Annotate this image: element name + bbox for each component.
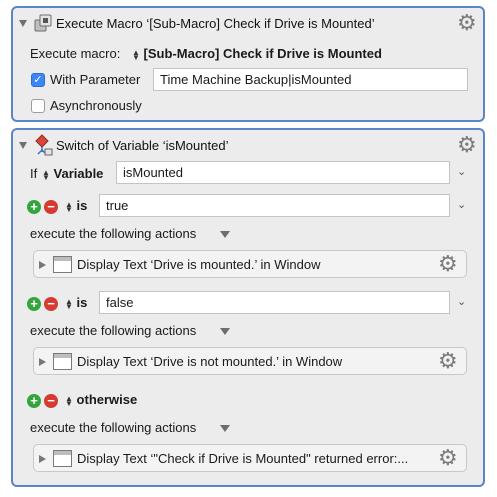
asynchronously-label: Asynchronously (50, 98, 142, 113)
case-operator: otherwise (76, 392, 138, 407)
action-title: Display Text ‘Drive is mounted.’ in Wind… (77, 257, 321, 272)
case-value-field[interactable]: false (99, 291, 450, 314)
execute-following-label: execute the following actions (30, 226, 197, 241)
execute-following-label: execute the following actions (30, 323, 197, 338)
with-parameter-checkbox[interactable]: ✓ (31, 73, 45, 87)
case-operator: is (76, 198, 88, 213)
collapse-disclosure-icon[interactable] (19, 142, 27, 149)
popup-arrows-icon: ▲ ▼ (65, 199, 73, 214)
display-window-icon (53, 353, 72, 370)
case-operator: is (76, 295, 88, 310)
popup-arrows-icon: ▲ ▼ (65, 296, 73, 311)
display-text-action[interactable]: Display Text ‘Drive is not mounted.’ in … (33, 347, 467, 375)
action-title: Execute Macro ‘[Sub-Macro] Check if Driv… (56, 16, 375, 31)
collapse-disclosure-icon[interactable] (19, 20, 27, 27)
parameter-field[interactable]: Time Machine Backup|isMounted (153, 68, 468, 91)
case-value-field[interactable]: true (99, 194, 450, 217)
variable-field[interactable]: isMounted (116, 161, 450, 184)
actions-menu-icon[interactable] (220, 425, 230, 432)
case-operator-selector[interactable]: ▲ ▼ is (65, 295, 87, 310)
action-title: Display Text ‘"Check if Drive is Mounted… (77, 451, 409, 466)
macro-name: [Sub-Macro] Check if Drive is Mounted (143, 46, 382, 61)
gear-icon[interactable]: ⚙ (457, 12, 477, 34)
display-window-icon (53, 450, 72, 467)
execute-macro-action[interactable]: Execute Macro ‘[Sub-Macro] Check if Driv… (11, 6, 485, 122)
popup-arrows-icon: ▲ ▼ (132, 47, 140, 62)
expand-disclosure-icon[interactable] (39, 358, 46, 366)
case-operator-selector[interactable]: ▲ ▼ is (65, 198, 87, 213)
if-label: If (30, 166, 38, 181)
macro-selector[interactable]: ▲ ▼ [Sub-Macro] Check if Drive is Mounted (132, 46, 382, 61)
asynchronously-checkbox[interactable] (31, 99, 45, 113)
popup-arrows-icon: ▲ ▼ (65, 393, 73, 408)
case-operator-selector[interactable]: ▲ ▼ otherwise (65, 392, 137, 407)
remove-case-button[interactable]: − (44, 394, 58, 408)
with-parameter-label: With Parameter (50, 72, 141, 87)
chevron-down-icon[interactable]: ⌄ (457, 295, 466, 308)
source-label: Variable (53, 166, 104, 181)
action-title: Switch of Variable ‘isMounted’ (56, 138, 229, 153)
popup-arrows-icon: ▲ ▼ (42, 167, 50, 182)
switch-action[interactable]: Switch of Variable ‘isMounted’ ⚙ If ▲ ▼ V… (11, 128, 485, 487)
gear-icon[interactable]: ⚙ (438, 447, 458, 469)
execute-macro-icon (34, 13, 54, 33)
add-case-button[interactable]: + (27, 394, 41, 408)
gear-icon[interactable]: ⚙ (438, 253, 458, 275)
add-case-button[interactable]: + (27, 297, 41, 311)
gear-icon[interactable]: ⚙ (438, 350, 458, 372)
display-text-action[interactable]: Display Text ‘"Check if Drive is Mounted… (33, 444, 467, 472)
remove-case-button[interactable]: − (44, 297, 58, 311)
add-case-button[interactable]: + (27, 200, 41, 214)
chevron-down-icon[interactable]: ⌄ (457, 165, 466, 178)
source-selector[interactable]: ▲ ▼ Variable (42, 166, 103, 181)
gear-icon[interactable]: ⚙ (457, 134, 477, 156)
expand-disclosure-icon[interactable] (39, 455, 46, 463)
switch-icon (34, 134, 54, 156)
execute-following-label: execute the following actions (30, 420, 197, 435)
action-title: Display Text ‘Drive is not mounted.’ in … (77, 354, 343, 369)
remove-case-button[interactable]: − (44, 200, 58, 214)
expand-disclosure-icon[interactable] (39, 261, 46, 269)
display-window-icon (53, 256, 72, 273)
display-text-action[interactable]: Display Text ‘Drive is mounted.’ in Wind… (33, 250, 467, 278)
execute-macro-label: Execute macro: (30, 46, 121, 61)
actions-menu-icon[interactable] (220, 231, 230, 238)
chevron-down-icon[interactable]: ⌄ (457, 198, 466, 211)
actions-menu-icon[interactable] (220, 328, 230, 335)
